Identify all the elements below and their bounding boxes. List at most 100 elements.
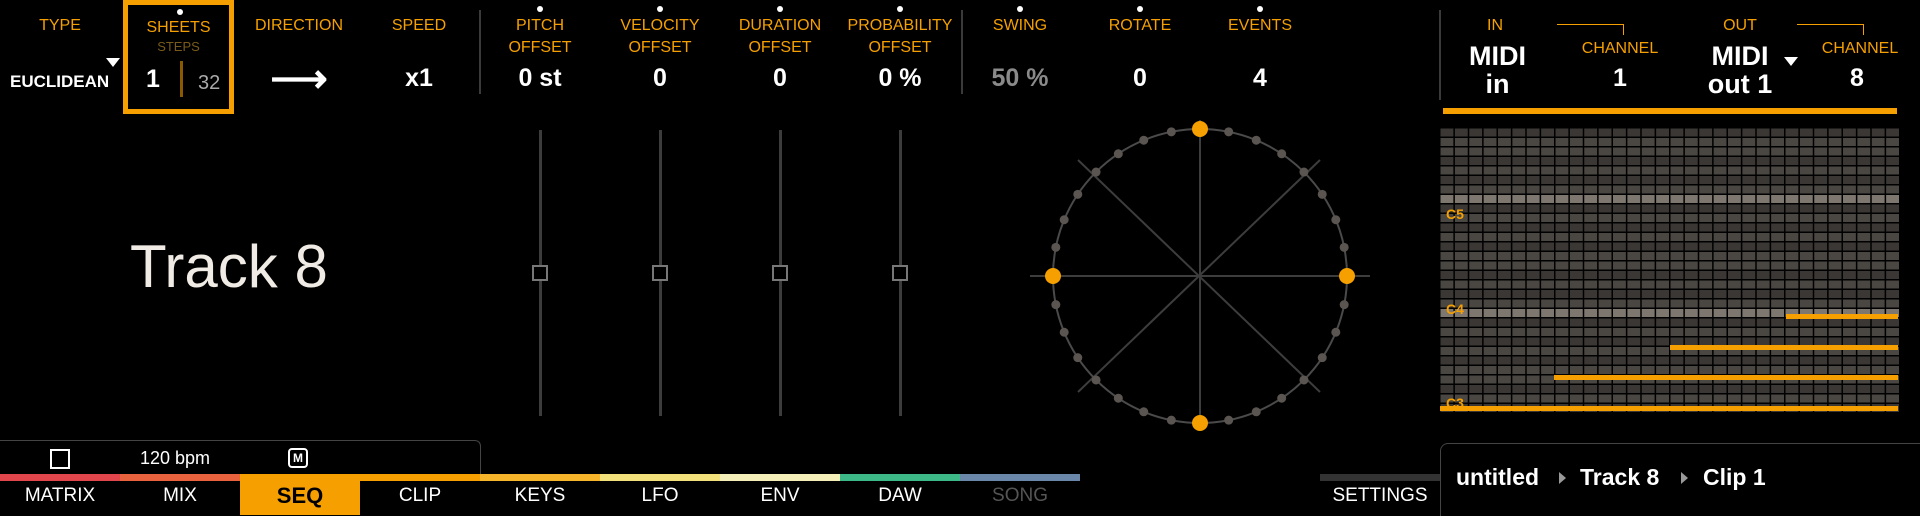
step-dot[interactable] [1277,149,1287,159]
step-dot[interactable] [1059,327,1069,337]
midi-out-label: MIDI [1711,41,1769,71]
type-selector[interactable]: EUCLIDEAN [0,58,122,102]
pitch-header-offset: OFFSET [508,39,572,56]
midi-out-selector[interactable]: MIDI out 1 [1690,42,1790,98]
tab-mix[interactable]: MIX [120,476,240,515]
note-bar[interactable] [1554,375,1898,380]
velocity-header-offset: OFFSET [628,39,692,56]
pitch-offset-value[interactable]: 0 st [490,64,590,93]
rotate-indicator-dot [1137,6,1143,12]
clip-loop-bar[interactable] [1443,108,1897,114]
breadcrumb: untitled Track 8 Clip 1 [1440,443,1920,516]
step-dot[interactable] [1339,300,1349,310]
sheets-divider [180,61,183,97]
tab-settings[interactable]: SETTINGS [1320,476,1440,515]
velocity-offset-slider-handle[interactable] [652,265,668,281]
tab-lfo[interactable]: LFO [600,476,720,515]
speed-value[interactable]: x1 [369,64,469,93]
step-dot[interactable] [1224,127,1234,137]
probability-header: PROBABILITY [847,17,953,34]
midi-in-label: MIDI [1469,41,1526,71]
step-dot[interactable] [1073,189,1083,199]
direction-value[interactable]: ⟶ [249,56,349,102]
step-dot[interactable] [1091,167,1101,177]
midi-in-header: IN [1487,17,1503,34]
sheets-steps-control[interactable]: SHEETS STEPS 1 32 [123,0,234,114]
probability-offset-slider-handle[interactable] [892,265,908,281]
piano-roll[interactable] [1440,128,1900,413]
step-dot[interactable] [1251,135,1261,145]
step-dot[interactable] [1166,127,1176,137]
midi-in-channel-value[interactable]: 1 [1570,64,1670,93]
step-dot[interactable] [1277,393,1287,403]
step-dot[interactable] [1251,407,1261,417]
step-dot[interactable] [1051,242,1061,252]
rotate-value[interactable]: 0 [1090,64,1190,93]
step-dot[interactable] [1139,407,1149,417]
step-dot[interactable] [1051,300,1061,310]
metronome-toggle[interactable]: M [288,448,308,468]
midi-in-port: in [1485,69,1510,99]
euclidean-circle[interactable] [1020,110,1400,435]
type-header: TYPE [39,17,81,34]
step-dot[interactable] [1091,375,1101,385]
midi-out-channel-value[interactable]: 8 [1807,64,1907,93]
breadcrumb-project[interactable]: untitled [1456,464,1539,491]
param-separator [479,10,481,94]
midi-out-dropdown-icon[interactable] [1784,57,1798,66]
chevron-right-icon [1559,472,1566,484]
pitch-offset-slider-handle[interactable] [532,265,548,281]
duration-offset-value[interactable]: 0 [730,64,830,93]
step-dot[interactable] [1339,242,1349,252]
events-value[interactable]: 4 [1210,64,1310,93]
step-dot[interactable] [1331,327,1341,337]
transport-bar: 120 bpm M [0,440,481,475]
duration-indicator-dot [777,6,783,12]
swing-value[interactable]: 50 % [970,64,1070,93]
steps-value: 32 [198,72,221,94]
breadcrumb-clip[interactable]: Clip 1 [1703,464,1766,491]
tab-matrix[interactable]: MATRIX [0,476,120,515]
sheets-value: 1 [146,65,160,93]
stop-icon[interactable] [50,449,70,469]
active-step-dot[interactable] [1192,415,1208,431]
type-dropdown-icon [106,58,120,67]
midi-separator [1439,10,1441,100]
step-dot[interactable] [1299,375,1309,385]
step-dot[interactable] [1224,415,1234,425]
step-dot[interactable] [1317,189,1327,199]
step-dot[interactable] [1073,353,1083,363]
step-dot[interactable] [1113,149,1123,159]
step-dot[interactable] [1299,167,1309,177]
note-bar[interactable] [1440,406,1898,411]
swing-indicator-dot [1017,6,1023,12]
step-dot[interactable] [1113,393,1123,403]
tab-clip[interactable]: CLIP [360,476,480,515]
duration-offset-slider-handle[interactable] [772,265,788,281]
note-bar[interactable] [1670,345,1898,350]
swing-header: SWING [992,17,1048,34]
midi-in-selector[interactable]: MIDI in [1450,42,1545,98]
midi-out-port: out 1 [1707,69,1773,99]
tab-env[interactable]: ENV [720,476,840,515]
active-step-dot[interactable] [1339,268,1355,284]
tab-song[interactable]: SONG [960,476,1080,515]
pitch-header: PITCH [516,17,564,34]
tab-keys[interactable]: KEYS [480,476,600,515]
breadcrumb-track[interactable]: Track 8 [1580,464,1659,491]
step-dot[interactable] [1166,415,1176,425]
step-dot[interactable] [1331,215,1341,225]
velocity-offset-value[interactable]: 0 [610,64,710,93]
step-dot[interactable] [1139,135,1149,145]
probability-header-offset: OFFSET [868,39,932,56]
tab-daw[interactable]: DAW [840,476,960,515]
probability-offset-value[interactable]: 0 % [850,64,950,93]
tempo-display[interactable]: 120 bpm [140,448,210,469]
note-bar[interactable] [1786,314,1898,319]
active-step-dot[interactable] [1192,121,1208,137]
step-dot[interactable] [1059,215,1069,225]
midi-out-header: OUT [1723,17,1757,34]
tab-seq[interactable]: SEQ [240,476,360,515]
step-dot[interactable] [1317,353,1327,363]
active-step-dot[interactable] [1045,268,1061,284]
